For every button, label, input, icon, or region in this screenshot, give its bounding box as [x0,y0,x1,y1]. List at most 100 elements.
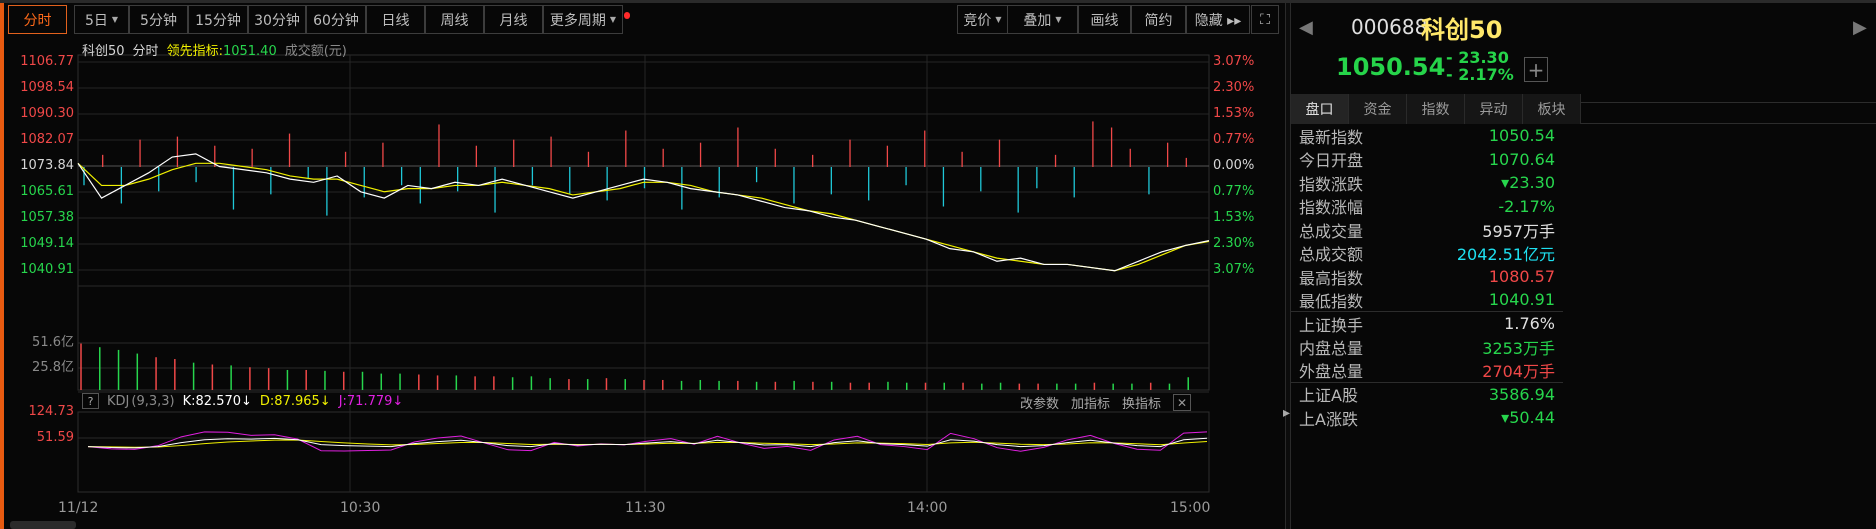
percent-axis-label: 1.53% [1213,210,1255,225]
kdj-params: (9,3,3) [131,393,175,409]
quote-label: 内盘总量 [1299,339,1364,359]
quote-label: 上证换手 [1299,315,1364,335]
price-axis-label: 1065.61 [20,184,74,199]
sidebar-tab[interactable]: 板块 [1523,94,1581,124]
intraday-chart[interactable] [0,0,1285,529]
prev-arrow-icon[interactable]: ◀ [1299,17,1313,38]
last-price: 1050.54 [1336,53,1446,81]
legend-lead-label: 领先指标: [166,44,223,59]
percent-axis-label: 3.07% [1213,54,1255,69]
security-name: 科创50 [1421,16,1503,44]
percent-axis-label: 2.30% [1213,236,1255,251]
quote-label: 总成交额 [1299,245,1364,265]
add-indicator-button[interactable]: 加指标 [1071,393,1110,412]
next-arrow-icon[interactable]: ▶ [1853,17,1867,38]
time-label: 15:00 [1170,500,1211,516]
quote-row: 内盘总量 3253万手 [1291,336,1563,360]
price-axis-label: 1090.30 [20,106,74,121]
quote-label: 今日开盘 [1299,151,1364,171]
quote-label: 上A涨跌 [1299,409,1358,429]
quote-sidebar: ◀ ▶ 000688 科创50 1050.54 - 23.30- 2.17% +… [1291,3,1876,529]
percent-axis-label: 3.07% [1213,262,1255,277]
quote-value: -2.17% [1498,196,1555,216]
kdj-axis-label: 51.59 [36,430,74,445]
legend-amount-label: 成交额(元) [284,44,347,59]
time-label: 10:30 [340,500,381,516]
quote-row: 指数涨跌 ▾23.30 [1291,171,1563,195]
quote-label: 最高指数 [1299,268,1364,288]
quote-value: ▾23.30 [1501,173,1555,193]
price-axis-label: 1040.91 [20,262,74,277]
indicator-buttons: 改参数 加指标 换指标 ✕ [1020,393,1192,412]
quote-value: 1050.54 [1488,126,1555,146]
quote-label: 外盘总量 [1299,362,1364,382]
quote-label: 最新指数 [1299,127,1364,147]
legend-mode: 分时 [132,44,159,59]
kdj-k-value: K:82.570↓ [182,393,252,409]
percent-axis-label: 2.30% [1213,80,1255,95]
chart-legend: 科创50 分时 领先指标:1051.40 成交额(元) [82,40,347,59]
kdj-axis-label: 124.73 [28,404,75,419]
close-icon[interactable]: ✕ [1173,394,1192,411]
kdj-j-value: J:71.779↓ [338,393,404,409]
quote-label: 最低指数 [1299,291,1364,311]
sidebar-tab[interactable]: 盘口 [1291,94,1349,124]
kdj-k-line [87,437,1208,449]
horizontal-scrollbar[interactable] [10,521,1280,529]
quote-value: 2704万手 [1482,362,1555,382]
volume-axis-label: 25.8亿 [32,360,74,375]
time-label: 11/12 [58,500,99,516]
quote-row: 总成交额 2042.51亿元 [1291,242,1563,266]
help-button[interactable]: ? [82,393,99,409]
quote-value: 1040.91 [1488,290,1555,310]
percent-axis-label: 0.00% [1213,158,1255,173]
sidebar-tab[interactable]: 资金 [1349,94,1407,124]
quote-row: 今日开盘 1070.64 [1291,148,1563,172]
quote-label: 上证A股 [1299,386,1358,406]
quote-row: 上证换手 1.76% [1291,312,1563,336]
percent-axis-label: 0.77% [1213,132,1255,147]
plus-icon[interactable]: + [1524,57,1548,82]
price-axis-label: 1049.14 [20,236,74,251]
percent-axis-label: 0.77% [1213,184,1255,199]
quote-label: 指数涨跌 [1299,174,1364,194]
price-axis-label: 1073.84 [20,158,74,173]
quote-value: 3253万手 [1482,339,1555,359]
price-line [77,153,1210,272]
kdj-d-value: D:87.965↓ [259,393,331,409]
quote-header: ◀ ▶ 000688 科创50 1050.54 - 23.30- 2.17% + [1291,3,1876,103]
scrollbar-thumb[interactable] [10,521,76,529]
sidebar-tab[interactable]: 异动 [1465,94,1523,124]
quote-row: 外盘总量 2704万手 [1291,359,1563,383]
quote-row: 最低指数 1040.91 [1291,289,1563,312]
quote-value: 2042.51亿元 [1456,245,1555,265]
security-code: 000688 [1351,15,1428,39]
price-change: - 23.30 [1446,48,1509,67]
quote-value: 1.76% [1504,314,1555,334]
quote-value: ▾50.44 [1501,408,1555,428]
legend-lead-value: 1051.40 [222,44,277,59]
switch-indicator-button[interactable]: 换指标 [1122,393,1161,412]
quote-value: 1080.57 [1488,267,1555,287]
time-label: 11:30 [625,500,666,516]
price-axis-label: 1057.38 [20,210,74,225]
time-label: 14:00 [907,500,948,516]
modify-params-button[interactable]: 改参数 [1020,393,1059,412]
legend-name: 科创50 [82,44,125,59]
sidebar-tab[interactable]: 指数 [1407,94,1465,124]
sidebar-tabs: 盘口 资金 指数 异动 板块 [1291,94,1876,124]
percent-axis-label: 1.53% [1213,106,1255,121]
quote-value: 1070.64 [1488,149,1555,169]
price-axis-label: 1106.77 [20,54,74,69]
quote-label: 总成交量 [1299,221,1364,241]
quote-rows: 最新指数 1050.54 今日开盘 1070.64 指数涨跌 ▾23.30 指数涨幅 -2.1… [1291,124,1563,430]
volume-axis-label: 51.6亿 [32,335,74,350]
quote-label: 指数涨幅 [1299,198,1364,218]
kdj-j-line [87,431,1208,452]
kdj-name[interactable]: KDJ [107,394,129,409]
kdj-frame [77,411,1210,493]
kdj-header: ? KDJ (9,3,3) K:82.570↓ D:87.965↓ J:71.7… [82,393,403,409]
collapse-arrow-icon[interactable]: ▸ [1283,405,1290,421]
price-change-pct: - 2.17% [1446,65,1514,84]
quote-row: 最高指数 1080.57 [1291,265,1563,289]
